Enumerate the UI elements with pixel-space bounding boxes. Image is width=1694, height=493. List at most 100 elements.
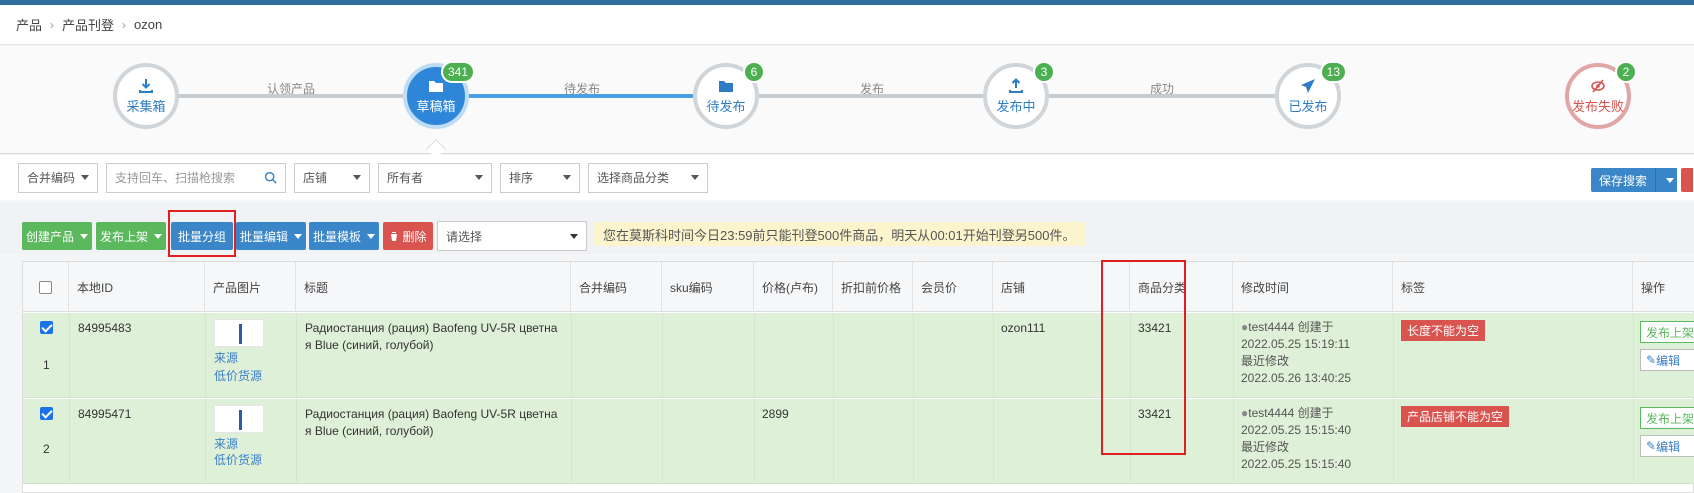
step-label: 采集箱 [126, 98, 166, 114]
divider [833, 313, 834, 398]
row-publish-label: 发布上架 [1646, 411, 1694, 426]
owner-select[interactable]: 所有者 [378, 162, 492, 193]
row-publish-button[interactable]: 发布上架 [1640, 407, 1694, 429]
publish-limit-notice: 您在莫斯科时间今日23:59前只能刊登500件商品，明天从00:01开始刊登另5… [593, 222, 1086, 246]
table-row[interactable]: 1 84995483 来源 低价货源 Радиостанция (рация) … [23, 313, 1694, 398]
product-thumbnail[interactable] [214, 405, 264, 433]
error-tag: 长度不能为空 [1401, 320, 1486, 341]
edit-icon: ✎ [1646, 353, 1657, 367]
chevron-right-icon: › [50, 17, 55, 32]
breadcrumb-item-listing[interactable]: 产品刊登 [62, 15, 114, 34]
divider [1393, 313, 1394, 398]
chevron-right-icon: › [122, 17, 127, 32]
col-modified-time[interactable]: 修改时间 [1233, 262, 1393, 312]
select-all-cell [23, 262, 69, 312]
caret-down-icon [691, 175, 699, 180]
step-label: 草稿箱 [416, 98, 456, 114]
row-publish-button[interactable]: 发布上架 [1640, 321, 1694, 343]
sort-select[interactable]: 排序 [500, 162, 580, 193]
caret-down-icon [570, 233, 578, 239]
divider [205, 399, 206, 484]
step-collect-box[interactable]: 采集箱 [113, 63, 179, 129]
shop-select[interactable]: 店铺 [294, 162, 370, 193]
shop-name: ozon111 [1001, 321, 1046, 335]
delete-button[interactable]: 删除 [383, 222, 433, 250]
delete-search-button[interactable] [1681, 168, 1694, 192]
search-icon[interactable] [264, 171, 277, 184]
created-label: 创建于 [1297, 406, 1334, 420]
row-edit-button[interactable]: ✎ 编辑 [1640, 349, 1694, 371]
source-link[interactable]: 来源 [214, 349, 238, 366]
divider [205, 313, 206, 398]
col-member-price: 会员价 [913, 262, 993, 312]
caret-down-icon [1665, 177, 1674, 183]
sort-label: 排序 [509, 171, 534, 185]
product-thumbnail[interactable] [214, 319, 264, 347]
step-publish-failed[interactable]: 发布失败 2 [1565, 61, 1637, 129]
divider [1233, 313, 1234, 398]
error-tag: 产品店铺不能为空 [1401, 406, 1510, 427]
category-select[interactable]: 选择商品分类 [588, 162, 708, 193]
col-local-id[interactable]: 本地ID [69, 262, 205, 312]
step-drafts[interactable]: 草稿箱 341 [403, 61, 475, 129]
batch-edit-button[interactable]: 批量编辑 [236, 222, 306, 250]
select-all-checkbox[interactable] [39, 280, 52, 294]
merge-code-select[interactable]: 合并编码 [18, 162, 98, 193]
row-index: 1 [43, 358, 50, 372]
connector-label-pending: 待发布 [563, 82, 601, 96]
save-search-group: 保存搜索 [1591, 168, 1694, 192]
breadcrumb-item-product[interactable]: 产品 [16, 15, 42, 34]
divider [913, 399, 914, 484]
row-checkbox[interactable] [40, 407, 53, 420]
step-label: 待发布 [706, 98, 746, 114]
breadcrumb: 产品 › 产品刊登 › ozon [0, 5, 1694, 45]
save-search-dropdown[interactable] [1655, 168, 1678, 192]
col-price[interactable]: 价格(卢布) [754, 262, 833, 312]
edit-icon: ✎ [1646, 439, 1657, 453]
shop-label: 店铺 [303, 171, 328, 185]
step-label: 发布中 [996, 98, 1036, 114]
title-line-2: я Blue (синий, голубой) [305, 424, 434, 438]
step-published[interactable]: 已发布 13 [1275, 61, 1347, 129]
publish-button[interactable]: 发布上架 [96, 222, 166, 250]
breadcrumb-item-ozon: ozon [134, 17, 163, 32]
step-pending[interactable]: 待发布 6 [693, 61, 765, 129]
row-edit-button[interactable]: ✎ 编辑 [1640, 435, 1694, 457]
low-price-source-link[interactable]: 低价货源 [214, 451, 262, 468]
download-icon [139, 78, 153, 93]
highlight-box [1101, 260, 1186, 455]
count-badge: 13 [1319, 61, 1347, 83]
eye-slash-icon [1591, 78, 1605, 93]
divider [1633, 313, 1634, 398]
owner-label: 所有者 [387, 171, 424, 185]
divider [1633, 399, 1634, 484]
col-merge-code: 合并编码 [571, 262, 662, 312]
caret-down-icon [367, 233, 375, 239]
save-search-button[interactable]: 保存搜索 [1591, 168, 1656, 192]
source-link[interactable]: 来源 [214, 435, 238, 452]
table-row[interactable]: 2 84995471 来源 低价货源 Радиостанция (рация) … [23, 399, 1694, 484]
row-checkbox[interactable] [40, 321, 53, 334]
caret-down-icon [563, 175, 571, 180]
title-line-1: Радиостанция (рация) Baofeng UV-5R цветн… [305, 321, 558, 335]
trash-icon [390, 231, 399, 241]
modified-label: 最近修改 [1241, 354, 1290, 368]
category-label: 选择商品分类 [597, 171, 670, 185]
row-index: 2 [43, 442, 50, 456]
row-edit-label: 编辑 [1656, 353, 1681, 368]
search-input[interactable]: 支持回车、扫描枪搜索 [106, 162, 286, 193]
modified-label: 最近修改 [1241, 440, 1290, 454]
title-line-2: я Blue (синий, голубой) [305, 338, 434, 352]
col-title: 标题 [296, 262, 571, 312]
folder-icon [719, 80, 733, 92]
low-price-source-link[interactable]: 低价货源 [214, 367, 262, 384]
col-actions: 操作 [1641, 280, 1666, 295]
batch-action-select[interactable]: 请选择 [437, 221, 587, 251]
batch-template-button[interactable]: 批量模板 [309, 222, 379, 250]
count-badge: 3 [1033, 61, 1055, 83]
merge-code-label: 合并编码 [27, 171, 76, 185]
step-publishing[interactable]: 发布中 3 [983, 61, 1055, 129]
create-product-button[interactable]: 创建产品 [22, 222, 92, 250]
row-edit-label: 编辑 [1656, 439, 1681, 454]
col-sku: sku编码 [662, 262, 754, 312]
